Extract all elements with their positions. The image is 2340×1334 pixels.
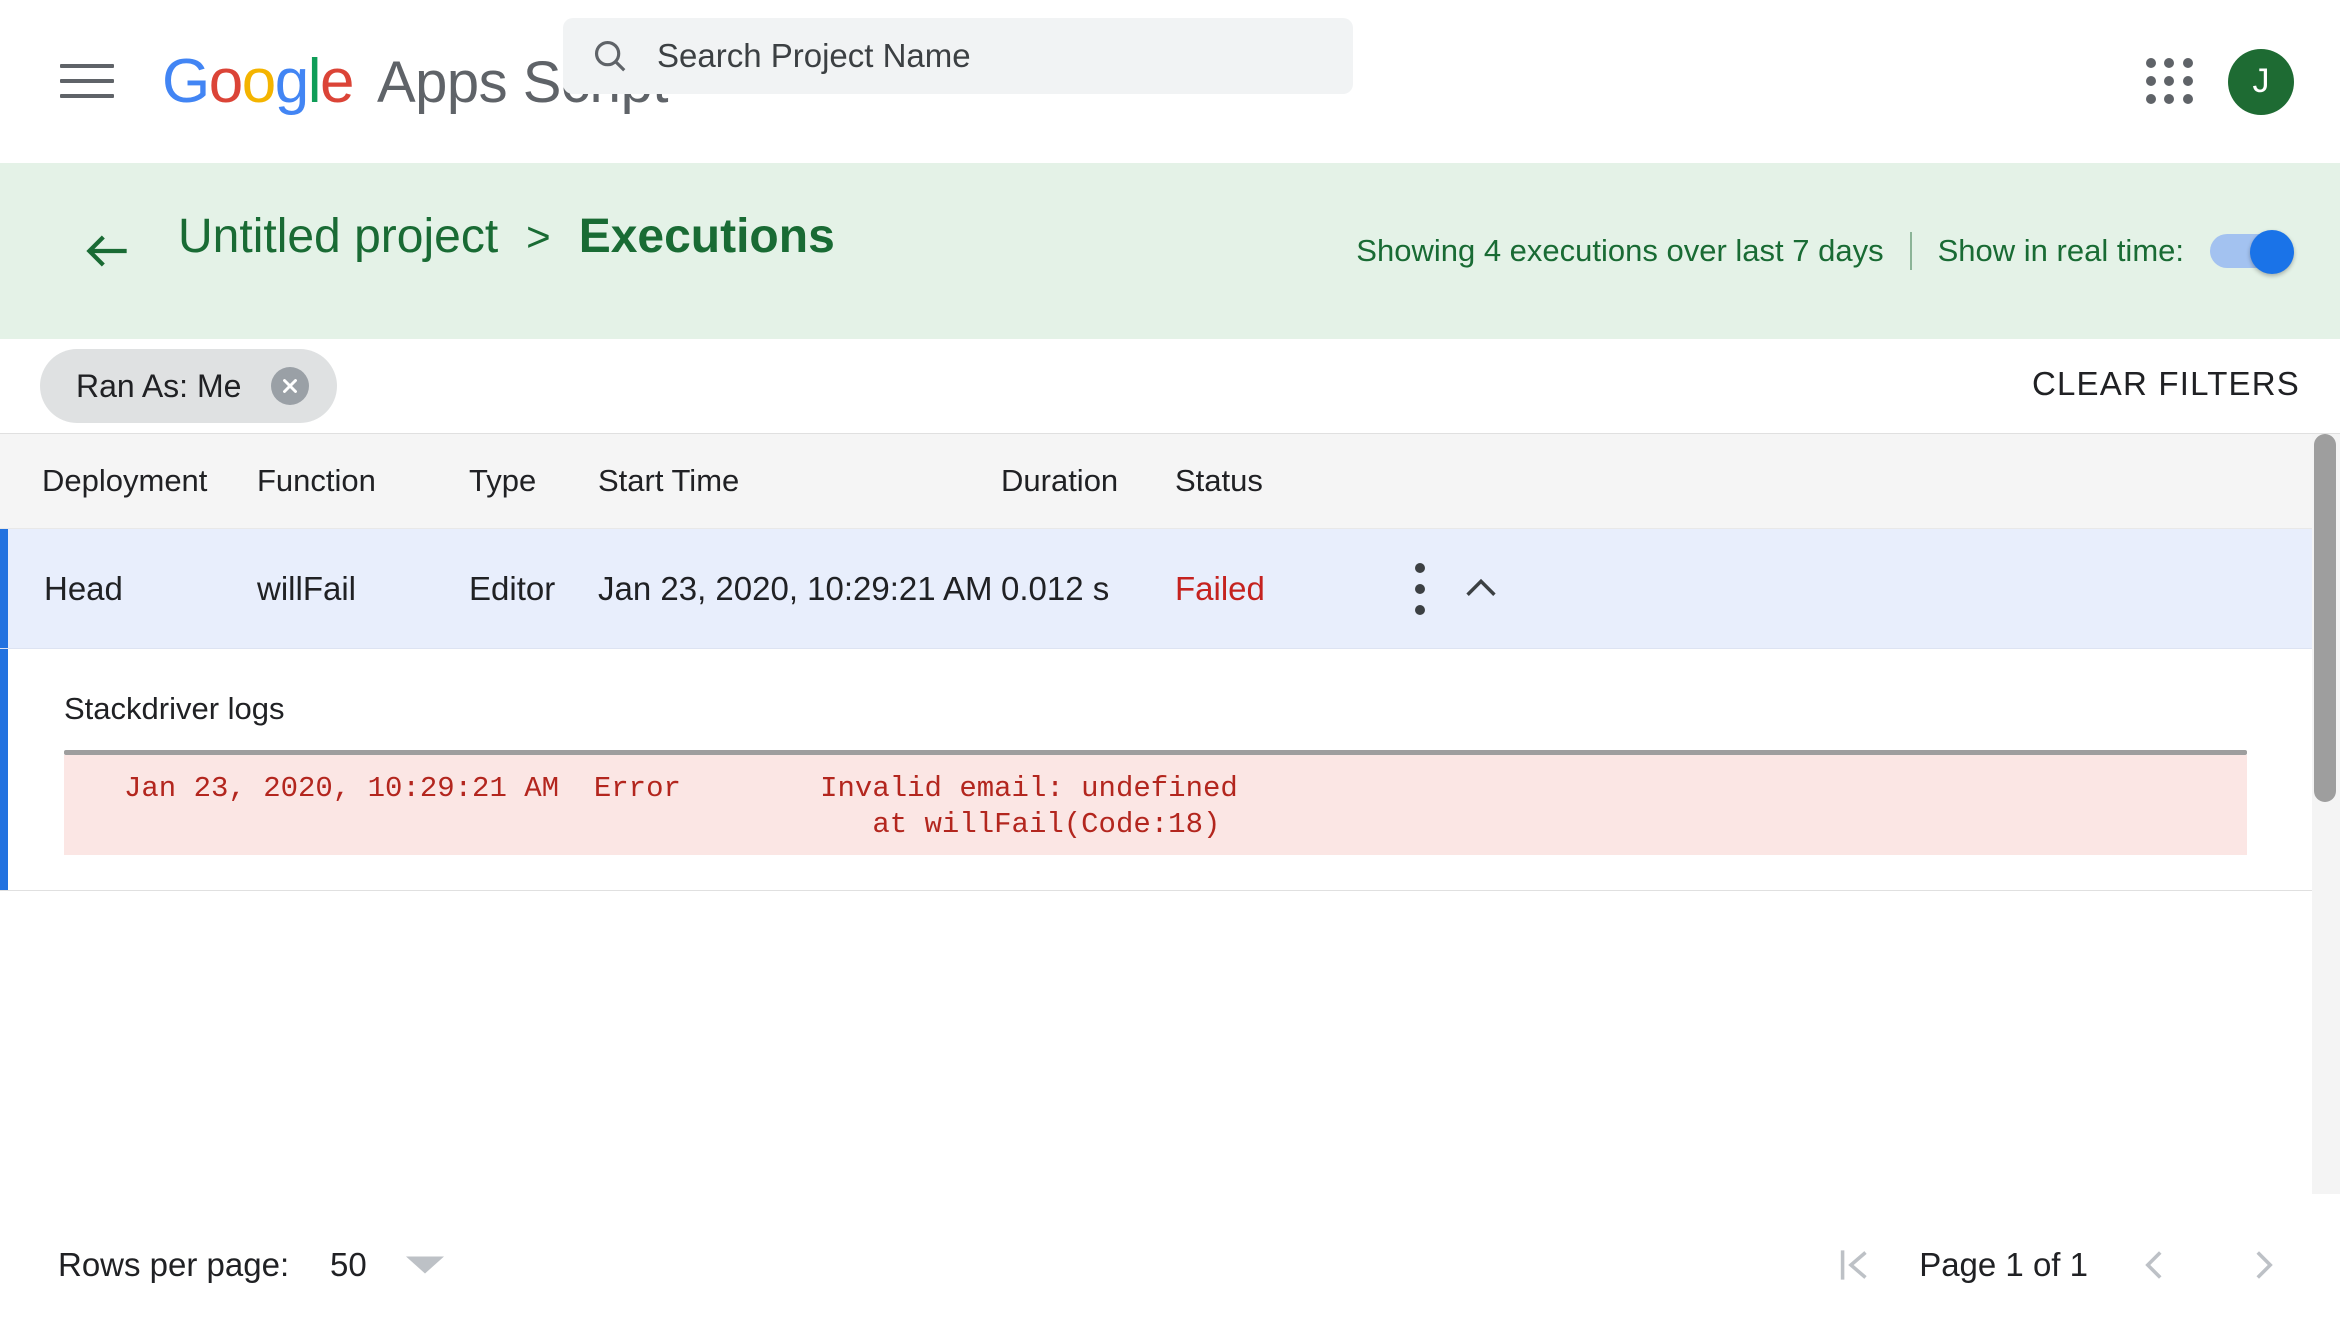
top-app-bar: Google Apps Script J <box>0 0 2340 163</box>
banner-content: Untitled project > Executions Showing 4 … <box>0 163 2340 339</box>
column-header-start-time[interactable]: Start Time <box>598 463 739 499</box>
apps-grid-icon[interactable] <box>2146 57 2194 106</box>
breadcrumb-separator: > <box>526 212 551 260</box>
banner-divider <box>1909 232 1912 270</box>
previous-page-button[interactable] <box>2124 1235 2184 1295</box>
detail-selection-accent <box>0 649 8 890</box>
grid-dot <box>2146 75 2156 86</box>
stackdriver-logs-title: Stackdriver logs <box>64 691 285 726</box>
grid-dot <box>2146 57 2156 68</box>
log-line-1: Jan 23, 2020, 10:29:21 AM Error Invalid … <box>124 772 1238 805</box>
grid-dot <box>2182 94 2193 105</box>
close-icon[interactable] <box>271 367 310 405</box>
row-selection-accent <box>0 529 8 648</box>
grid-dot <box>2164 94 2175 105</box>
pagination-bar: Rows per page: 50 Page 1 of 1 <box>0 1195 2340 1334</box>
column-header-status[interactable]: Status <box>1175 463 1263 499</box>
logo-letter-l: l <box>307 46 322 116</box>
cell-function: willFail <box>257 569 356 607</box>
column-header-deployment[interactable]: Deployment <box>42 463 207 499</box>
clear-filters-button[interactable]: CLEAR FILTERS <box>2032 365 2300 403</box>
cell-deployment: Head <box>44 569 123 607</box>
row-detail-panel: Stackdriver logs Jan 23, 2020, 10:29:21 … <box>0 649 2340 891</box>
rows-per-page-value[interactable]: 50 <box>330 1246 367 1284</box>
app-window: Google Apps Script J Untitled proje <box>0 0 2340 1334</box>
toggle-thumb <box>2250 230 2294 274</box>
banner-status-area: Showing 4 executions over last 7 days Sh… <box>1356 163 2294 339</box>
chevron-up-icon[interactable] <box>1458 566 1504 612</box>
realtime-label: Show in real time: <box>1937 233 2184 268</box>
cell-type: Editor <box>469 569 556 607</box>
rows-per-page-label: Rows per page: <box>58 1246 290 1283</box>
grid-dot <box>2182 75 2193 86</box>
scrollbar-thumb[interactable] <box>2314 434 2336 802</box>
grid-dot <box>2146 94 2156 105</box>
kebab-dot <box>1415 562 1425 573</box>
breadcrumb: Untitled project > Executions <box>178 209 835 264</box>
table-row[interactable]: Head willFail Editor Jan 23, 2020, 10:29… <box>0 529 2340 649</box>
pagination-controls: Page 1 of 1 <box>1823 1235 2294 1295</box>
hamburger-line <box>60 79 114 83</box>
kebab-dot <box>1415 604 1425 615</box>
hamburger-line <box>60 94 114 98</box>
hamburger-line <box>60 64 114 68</box>
executions-table: Deployment Function Type Start Time Dura… <box>0 433 2340 1195</box>
grid-dot <box>2164 57 2175 68</box>
log-line-2: at willFail(Code:18) <box>124 808 1221 842</box>
logo-letter-G: G <box>162 46 210 116</box>
google-wordmark: Google <box>162 46 354 117</box>
executions-summary: Showing 4 executions over last 7 days <box>1356 233 1884 268</box>
logo-letter-o2: o <box>241 46 276 116</box>
grid-dot <box>2164 75 2175 86</box>
search-box[interactable] <box>563 18 1353 94</box>
top-bar-right-actions: J <box>2146 0 2294 163</box>
next-page-button[interactable] <box>2234 1235 2294 1295</box>
filter-bar: Ran As: Me CLEAR FILTERS <box>0 339 2340 433</box>
table-scrollbar[interactable] <box>2312 434 2340 1194</box>
column-header-function[interactable]: Function <box>257 463 376 499</box>
cell-duration: 0.012 s <box>1001 569 1110 607</box>
chevron-down-icon[interactable] <box>406 1256 444 1274</box>
search-input[interactable] <box>657 37 1277 75</box>
more-options-icon[interactable] <box>1415 562 1425 615</box>
table-header-row: Deployment Function Type Start Time Dura… <box>0 433 2340 529</box>
error-log-box: Jan 23, 2020, 10:29:21 AM Error Invalid … <box>64 755 2247 855</box>
cell-start-time: Jan 23, 2020, 10:29:21 AM <box>598 569 993 607</box>
page-header-banner: Untitled project > Executions Showing 4 … <box>0 163 2340 339</box>
page-indicator: Page 1 of 1 <box>1919 1246 2088 1283</box>
breadcrumb-current-page: Executions <box>578 210 835 263</box>
first-page-button[interactable] <box>1823 1235 1883 1295</box>
column-header-duration[interactable]: Duration <box>1001 463 1118 499</box>
logo-letter-g: g <box>274 46 309 116</box>
breadcrumb-project[interactable]: Untitled project <box>178 209 498 264</box>
kebab-dot <box>1415 583 1425 594</box>
search-icon <box>591 37 629 75</box>
back-arrow-icon[interactable] <box>80 223 136 279</box>
logo-letter-o1: o <box>208 46 243 116</box>
status-badge: Failed <box>1175 569 1265 607</box>
grid-dot <box>2182 57 2193 68</box>
realtime-toggle[interactable] <box>2210 230 2294 274</box>
filter-chip-label: Ran As: Me <box>76 367 242 404</box>
logo-letter-e: e <box>319 46 354 116</box>
filter-chip-ran-as[interactable]: Ran As: Me <box>40 349 338 423</box>
column-header-type[interactable]: Type <box>469 463 536 499</box>
avatar[interactable]: J <box>2228 48 2294 115</box>
hamburger-menu-icon[interactable] <box>60 61 114 101</box>
